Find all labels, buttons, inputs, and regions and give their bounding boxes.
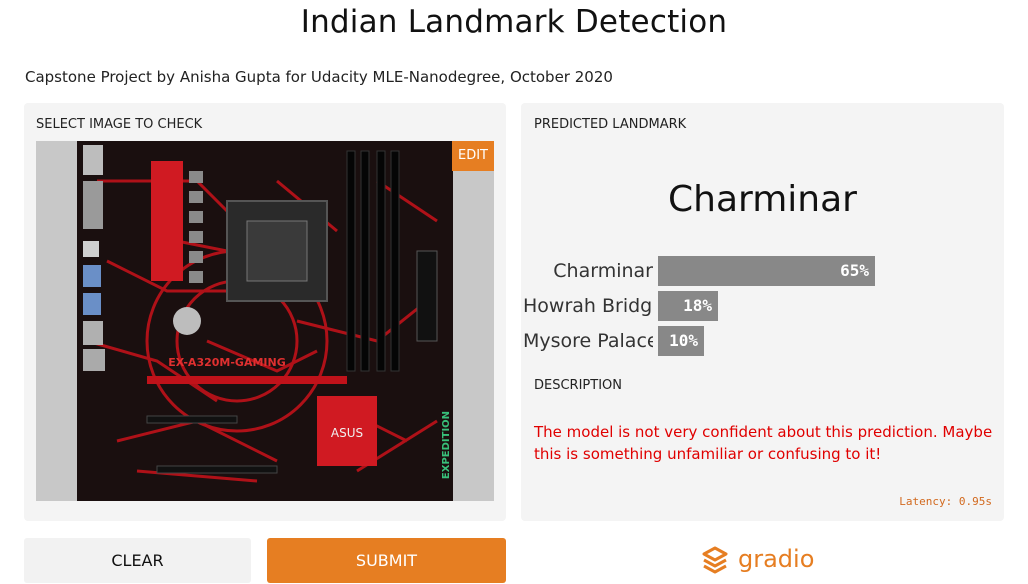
description-label: DESCRIPTION xyxy=(534,378,622,393)
confidence-row: Mysore Palace 10% xyxy=(521,326,1004,356)
latency-text: Latency: 0.95s xyxy=(899,495,992,508)
input-panel: SELECT IMAGE TO CHECK ASUS EX-A320M-GAMI… xyxy=(24,103,506,521)
confidence-label: Charminar xyxy=(553,260,653,282)
edit-button[interactable]: EDIT xyxy=(452,141,494,171)
confidence-label: Mysore Palace xyxy=(523,330,653,352)
description-text: The model is not very confident about th… xyxy=(534,423,993,463)
gradio-logo-icon xyxy=(702,546,728,574)
confidence-value: 65% xyxy=(840,261,869,280)
page-title: Indian Landmark Detection xyxy=(300,4,728,40)
input-panel-label: SELECT IMAGE TO CHECK xyxy=(36,117,203,132)
confidence-value: 18% xyxy=(683,296,712,315)
output-panel-label: PREDICTED LANDMARK xyxy=(534,117,687,132)
image-upload-area[interactable]: ASUS EX-A320M-GAMING EXPEDITION EDIT xyxy=(36,141,494,501)
board-model-text: EX-A320M-GAMING xyxy=(168,356,285,369)
expedition-text: EXPEDITION xyxy=(441,411,452,479)
chipset-logo: ASUS xyxy=(331,426,363,440)
confidence-row: Charminar 65% xyxy=(521,256,1004,286)
uploaded-image: ASUS EX-A320M-GAMING EXPEDITION xyxy=(77,141,453,501)
motherboard-image: ASUS EX-A320M-GAMING EXPEDITION xyxy=(77,141,453,501)
output-panel: PREDICTED LANDMARK Charminar Charminar 65… xyxy=(521,103,1004,521)
confidence-row: Howrah Bridge 18% xyxy=(521,291,1004,321)
confidence-value: 10% xyxy=(669,331,698,350)
gradio-wordmark: gradio xyxy=(738,545,815,573)
clear-button[interactable]: CLEAR xyxy=(24,538,251,583)
page-subtitle: Capstone Project by Anisha Gupta for Uda… xyxy=(25,68,613,86)
predicted-landmark: Charminar xyxy=(668,179,857,220)
confidence-bar: 65% xyxy=(658,256,875,286)
confidence-bar: 10% xyxy=(658,326,704,356)
confidence-bar: 18% xyxy=(658,291,718,321)
submit-button[interactable]: SUBMIT xyxy=(267,538,506,583)
confidence-label: Howrah Bridge xyxy=(523,295,653,317)
gradio-brand[interactable]: gradio xyxy=(700,541,814,577)
